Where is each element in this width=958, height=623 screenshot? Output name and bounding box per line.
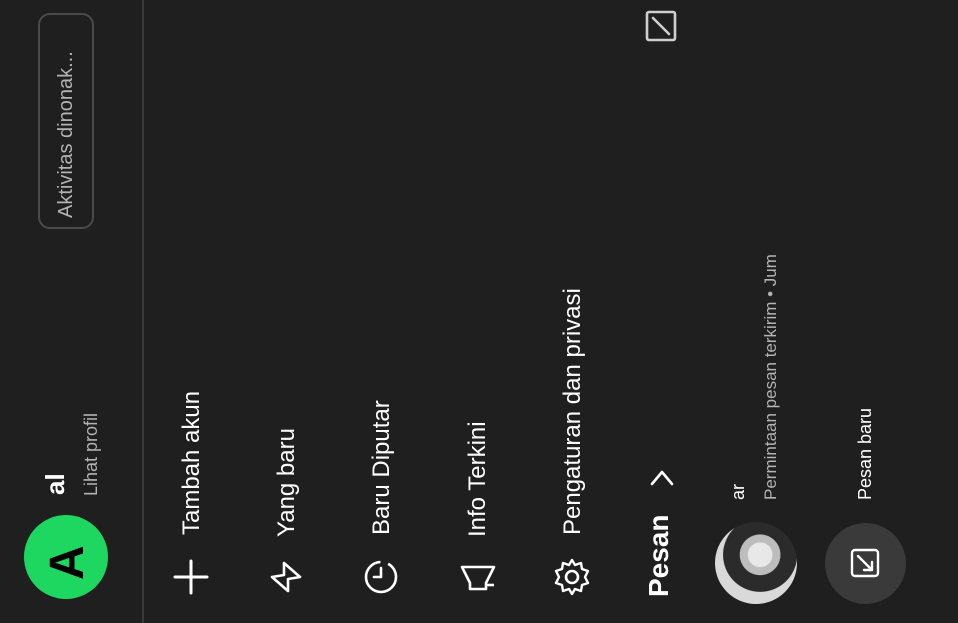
sidebar-drawer: Aktivitas dinonak... A al Lihat profil T… — [0, 0, 958, 623]
menu-item-pengaturan[interactable]: Pengaturan dan privasi — [559, 288, 586, 535]
message-avatar[interactable] — [715, 522, 797, 604]
gear-icon — [554, 558, 590, 596]
chevron-up-icon[interactable] — [648, 464, 676, 492]
profile-name: al — [40, 473, 70, 495]
menu-item-yang-baru[interactable]: Yang baru — [273, 428, 300, 537]
messages-title: Pesan — [643, 514, 674, 598]
compose-icon — [850, 548, 880, 578]
lightning-icon — [270, 561, 302, 593]
menu-item-tambah-akun[interactable]: Tambah akun — [178, 391, 205, 535]
view-profile-link[interactable]: Lihat profil — [81, 413, 101, 496]
menu-item-baru-diputar[interactable]: Baru Diputar — [368, 400, 395, 535]
message-subtitle: Permintaan pesan terkirim • Jum — [761, 254, 780, 500]
clock-history-icon — [364, 560, 398, 594]
menu-item-info-terkini[interactable]: Info Terkini — [464, 421, 491, 537]
new-message-label[interactable]: Pesan baru — [855, 408, 875, 500]
divider — [142, 0, 144, 623]
plus-icon — [173, 559, 209, 595]
message-contact-name[interactable]: ar — [728, 484, 748, 500]
avatar-letter: A — [41, 545, 94, 580]
compose-icon-top[interactable] — [643, 8, 679, 44]
activity-status-label: Aktivitas dinonak... — [55, 51, 77, 218]
megaphone-icon — [460, 565, 496, 591]
